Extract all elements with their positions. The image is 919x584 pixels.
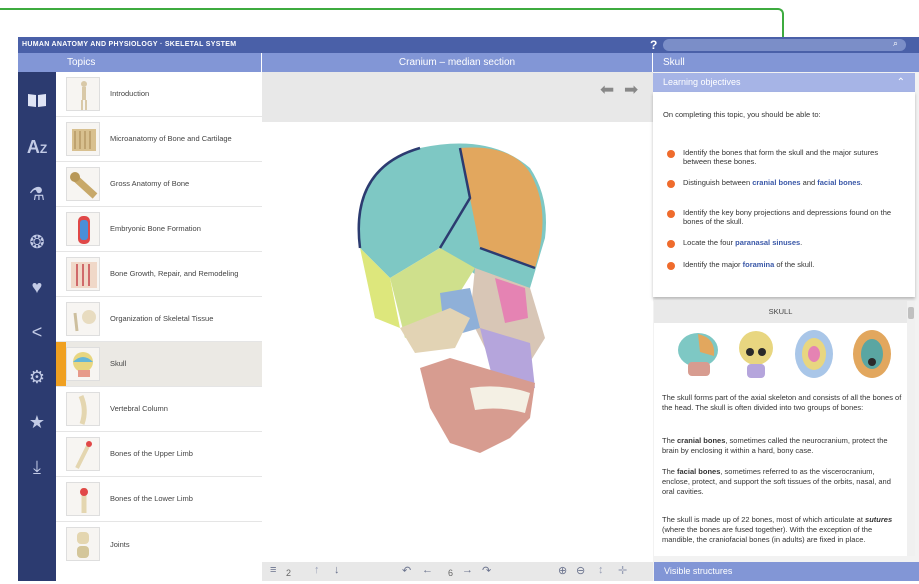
share-icon[interactable]: < bbox=[18, 312, 56, 352]
rotate-right-icon[interactable]: ↷ bbox=[482, 564, 491, 577]
bullet-icon bbox=[667, 240, 675, 248]
sutures-term: sutures bbox=[865, 515, 893, 524]
visible-structures-header[interactable]: Visible structures bbox=[654, 562, 919, 581]
skeleton-thumbnail bbox=[66, 77, 100, 111]
prev-page-icon[interactable]: ← bbox=[422, 564, 433, 576]
next-page-icon[interactable]: → bbox=[462, 564, 473, 576]
topic-item-skull[interactable]: Skull bbox=[56, 342, 262, 387]
skull-paragraph: The skull is made up of 22 bones, most o… bbox=[662, 515, 893, 544]
arrow-up-icon[interactable]: ↑ bbox=[314, 564, 320, 576]
skull-paragraph: The facial bones, sometimes referred to … bbox=[662, 467, 891, 496]
side-rail: AZ ⚗ ❂ ♥ < ⚙ ★ ⤓ bbox=[18, 72, 56, 581]
topic-label: Embryonic Bone Formation bbox=[110, 224, 201, 234]
topic-label: Microanatomy of Bone and Cartilage bbox=[110, 134, 232, 144]
topics-header: Topics bbox=[18, 53, 261, 72]
topic-item[interactable]: Microanatomy of Bone and Cartilage bbox=[56, 117, 262, 162]
split-view-icon[interactable]: ↕ bbox=[598, 564, 604, 576]
zoom-out-icon[interactable]: ⊖ bbox=[576, 564, 585, 577]
skull-superior-view[interactable] bbox=[790, 326, 838, 384]
scrollbar[interactable] bbox=[907, 301, 915, 556]
topic-label: Introduction bbox=[110, 89, 150, 99]
skull-thumbnail bbox=[66, 347, 100, 381]
skull-paragraph: The skull forms part of the axial skelet… bbox=[662, 393, 902, 412]
topic-item[interactable]: Gross Anatomy of Bone bbox=[56, 162, 262, 207]
search-icon[interactable]: ⌕ bbox=[893, 38, 898, 49]
book-icon[interactable] bbox=[18, 82, 56, 122]
bone-thumbnail bbox=[66, 167, 100, 201]
scrollbar-thumb[interactable] bbox=[908, 307, 914, 319]
topic-item[interactable]: Bones of the Lower Limb bbox=[56, 477, 262, 522]
learning-objectives-title: Learning objectives bbox=[663, 77, 741, 87]
bullet-icon bbox=[667, 150, 675, 158]
heartbeat-icon[interactable]: ♥ bbox=[18, 267, 56, 307]
topic-item[interactable]: Introduction bbox=[56, 72, 262, 117]
vertebral-thumbnail bbox=[66, 392, 100, 426]
topic-label: Bone Growth, Repair, and Remodeling bbox=[110, 269, 239, 279]
paranasal-sinuses-link[interactable]: paranasal sinuses bbox=[735, 238, 800, 247]
skull-inferior-view[interactable] bbox=[848, 326, 896, 384]
help-button[interactable]: ? bbox=[650, 37, 657, 53]
zoom-in-icon[interactable]: ⊕ bbox=[558, 564, 567, 577]
cranial-bones-term: cranial bones bbox=[677, 436, 726, 445]
flask-icon[interactable]: ⚗ bbox=[18, 174, 56, 214]
topic-label: Organization of Skeletal Tissue bbox=[110, 314, 214, 324]
page-number: 6 bbox=[448, 568, 454, 578]
facial-bones-term: facial bones bbox=[677, 467, 721, 476]
topic-label: Joints bbox=[110, 539, 130, 549]
skeletal-tissue-thumbnail bbox=[66, 302, 100, 336]
arrow-down-icon[interactable]: ↓ bbox=[334, 564, 340, 576]
active-indicator bbox=[56, 342, 66, 386]
objectives-intro: On completing this topic, you should be … bbox=[663, 110, 821, 119]
az-icon[interactable]: AZ bbox=[18, 127, 56, 167]
search-input[interactable] bbox=[663, 39, 906, 51]
embryonic-bone-thumbnail bbox=[66, 212, 100, 246]
skull-info-card: SKULL The skull forms part of the axial … bbox=[654, 301, 907, 556]
topic-item[interactable]: Bones of the Upper Limb bbox=[56, 432, 262, 477]
topic-label: Vertebral Column bbox=[110, 404, 168, 414]
layer-count: 2 bbox=[286, 568, 292, 578]
nav-right-arrow-icon[interactable]: ➡ bbox=[624, 80, 638, 100]
upper-limb-thumbnail bbox=[66, 437, 100, 471]
bone-tissue-thumbnail bbox=[66, 122, 100, 156]
download-icon[interactable]: ⤓ bbox=[18, 447, 56, 487]
cranial-bones-link[interactable]: cranial bones bbox=[752, 178, 800, 187]
lower-limb-thumbnail bbox=[66, 482, 100, 516]
facial-bones-link[interactable]: facial bones bbox=[817, 178, 860, 187]
topic-label: Bones of the Lower Limb bbox=[110, 494, 193, 504]
bullet-icon bbox=[667, 180, 675, 188]
right-panel-title: Skull bbox=[653, 53, 919, 72]
skull-lateral-view[interactable] bbox=[674, 326, 722, 384]
topic-item[interactable]: Vertebral Column bbox=[56, 387, 262, 432]
topic-label: Skull bbox=[110, 359, 127, 369]
skull-views bbox=[662, 326, 902, 386]
rotate-left-icon[interactable]: ↶ bbox=[402, 564, 411, 577]
star-icon[interactable]: ★ bbox=[18, 402, 56, 442]
learning-objectives-panel: On completing this topic, you should be … bbox=[653, 92, 915, 297]
skull-paragraph: The cranial bones, sometimes called the … bbox=[662, 436, 888, 455]
gear-icon[interactable]: ⚙ bbox=[18, 357, 56, 397]
viewer-title: Cranium – median section bbox=[262, 53, 652, 72]
skull-card-title: SKULL bbox=[654, 301, 907, 323]
nav-left-arrow-icon[interactable]: ⬅ bbox=[600, 80, 614, 100]
topic-label: Bones of the Upper Limb bbox=[110, 449, 193, 459]
topic-label: Gross Anatomy of Bone bbox=[110, 179, 190, 189]
bullet-icon bbox=[667, 262, 675, 270]
topic-item[interactable]: Bone Growth, Repair, and Remodeling bbox=[56, 252, 262, 297]
joint-thumbnail bbox=[66, 527, 100, 561]
learning-objectives-header[interactable]: Learning objectives ⌃ bbox=[653, 73, 915, 92]
reset-view-icon[interactable]: ✛ bbox=[618, 564, 627, 577]
chevron-up-icon[interactable]: ⌃ bbox=[897, 73, 905, 92]
bullet-icon bbox=[667, 210, 675, 218]
topic-list: Introduction Microanatomy of Bone and Ca… bbox=[56, 72, 262, 581]
lightbulb-icon[interactable]: ❂ bbox=[18, 222, 56, 262]
viewer-toolbar: ≡ 2 ↑ ↓ ↶ ← 6 → ↷ ⊕ ⊖ ↕ ✛ bbox=[262, 562, 653, 581]
topic-item[interactable]: Embryonic Bone Formation bbox=[56, 207, 262, 252]
topic-item[interactable]: Joints bbox=[56, 522, 262, 567]
skull-front-view[interactable] bbox=[732, 326, 780, 384]
layers-icon[interactable]: ≡ bbox=[270, 564, 276, 576]
foramina-link[interactable]: foramina bbox=[743, 260, 775, 269]
topic-item[interactable]: Organization of Skeletal Tissue bbox=[56, 297, 262, 342]
bone-growth-thumbnail bbox=[66, 257, 100, 291]
skull-3d-model[interactable] bbox=[330, 128, 560, 458]
